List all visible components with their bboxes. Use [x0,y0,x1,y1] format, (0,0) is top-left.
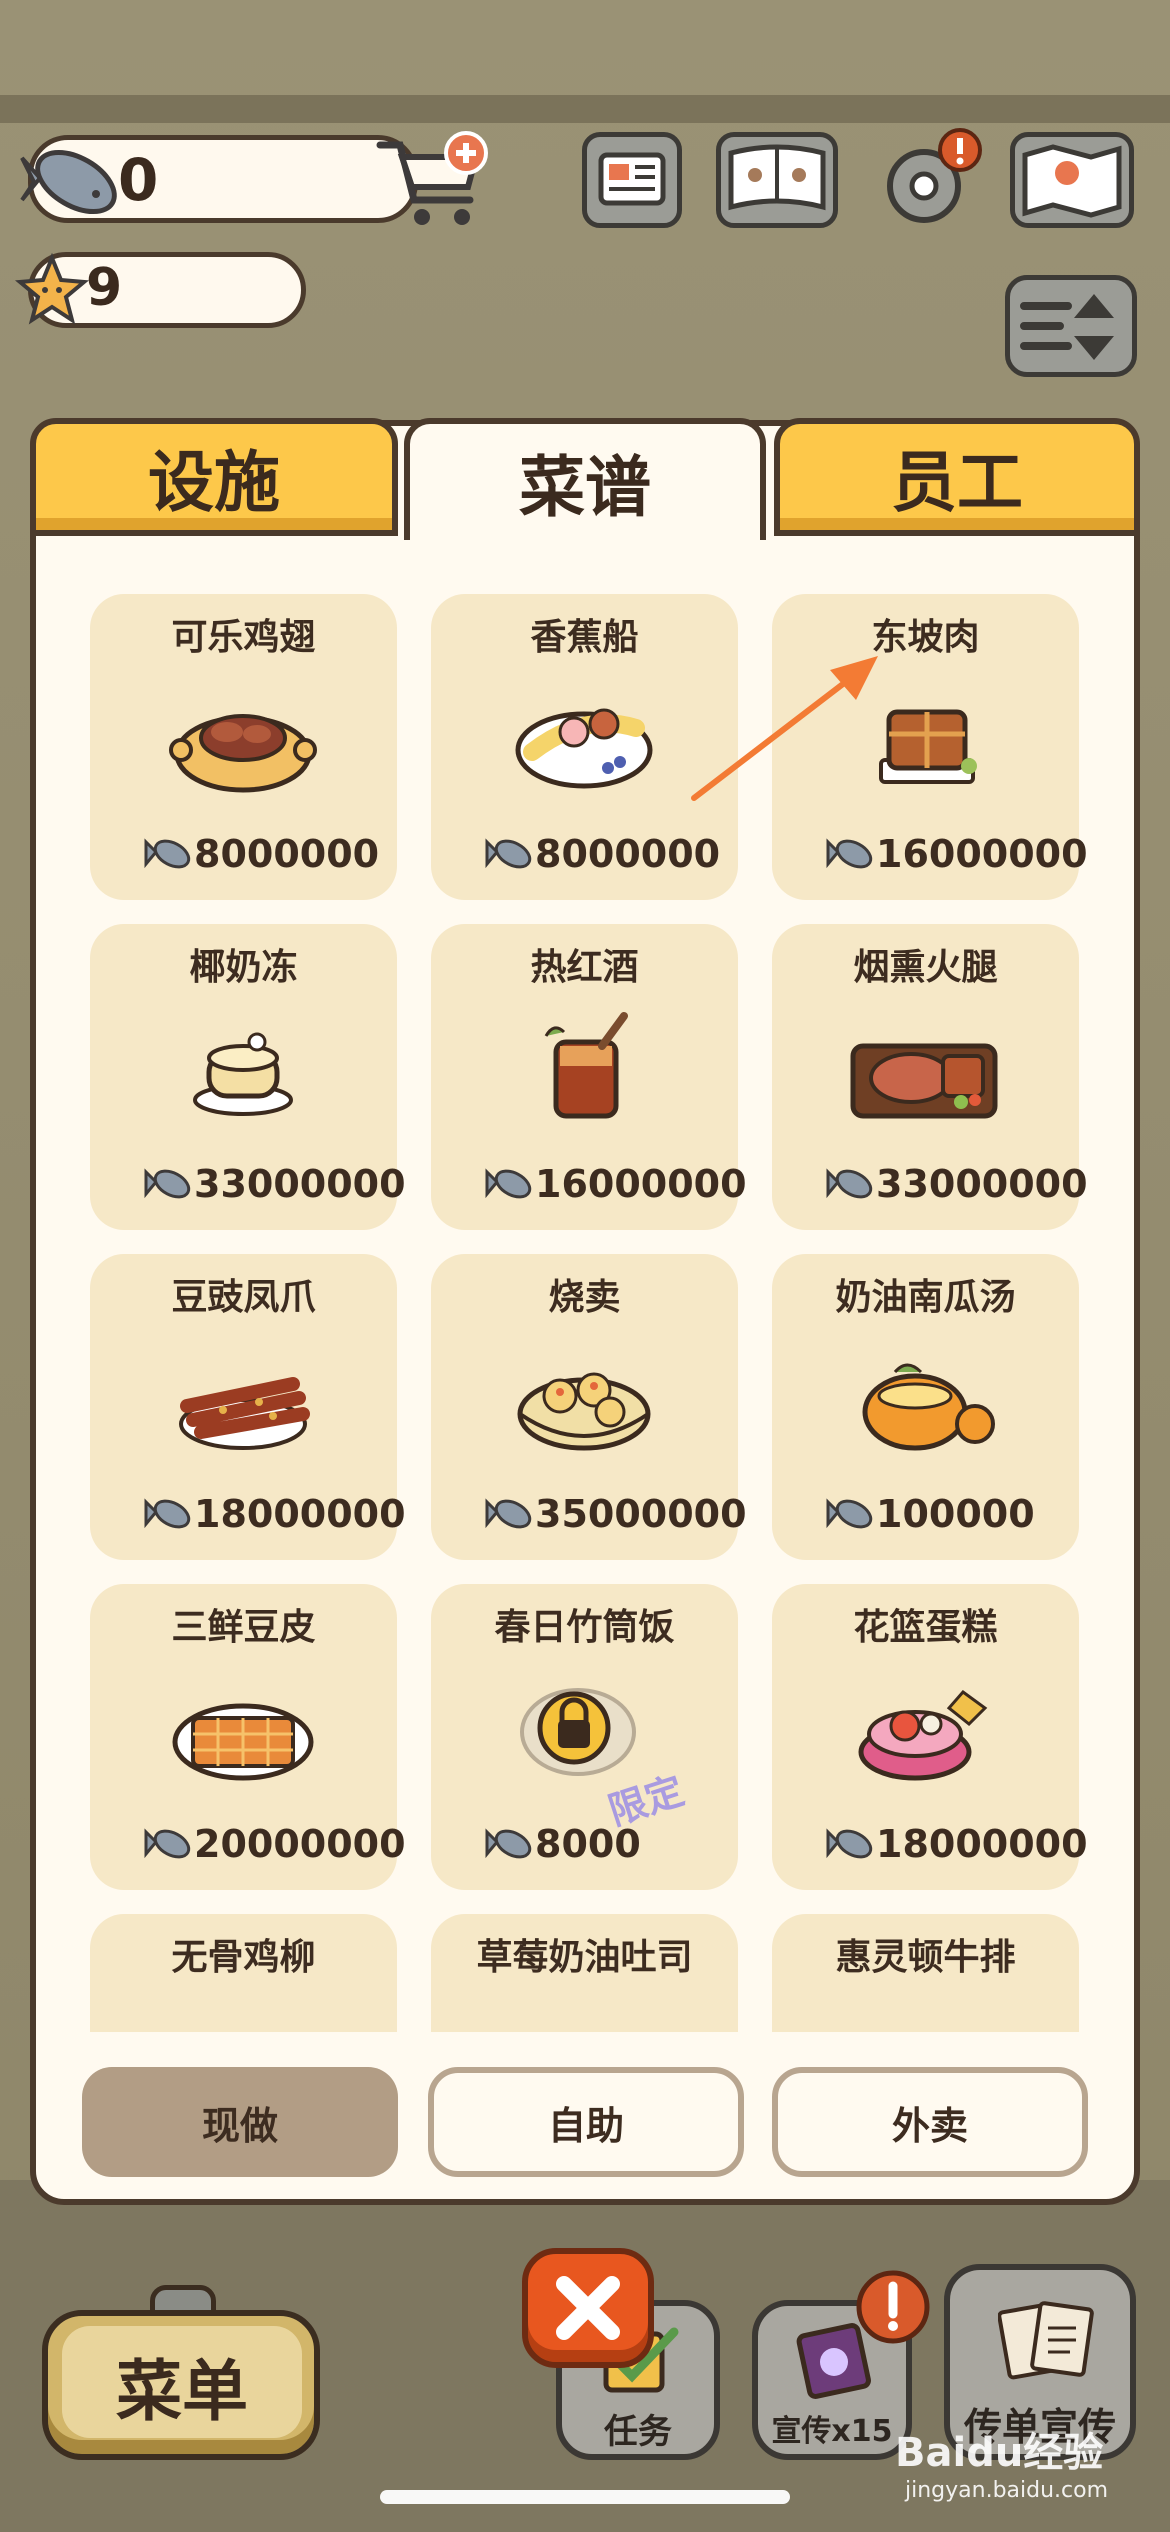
background-beam [0,95,1170,123]
option-made-to-order[interactable]: 现做 [82,2067,398,2177]
fish-price-icon [826,838,873,869]
recipe-name: 草莓奶油吐司 [476,1937,693,1978]
recipe-price: 16000000 [876,832,1088,876]
cat-album-button[interactable] [716,132,838,228]
recipe-card[interactable]: 无骨鸡柳 [90,1914,397,2032]
fish-price-icon [485,1498,532,1529]
recipe-card[interactable]: 可乐鸡翅 8000000 [90,594,397,900]
task-label: 任务 [604,2412,672,2452]
option-self-service[interactable]: 自助 [428,2067,744,2177]
fish-price-icon [826,1498,873,1529]
watermark-url: jingyan.baidu.com [905,2478,1109,2503]
flower-basket-cake-icon [858,1689,988,1781]
shaomai-steamer-icon [517,1372,651,1451]
banana-split-dish-icon [515,708,653,789]
recipe-name: 春日竹筒饭 [494,1607,675,1648]
tutorial-arrow-icon [691,656,878,801]
promotion-label: 宣传x15 [771,2414,893,2449]
fish-price-icon [826,1828,873,1859]
recipe-card[interactable]: 惠灵顿牛排 [772,1914,1079,2032]
beef-wellington-icon [845,1992,1005,2032]
map-icon [1022,144,1122,218]
star-icon [14,252,90,325]
recipe-card[interactable]: 奶油南瓜汤 100000 [772,1254,1079,1560]
recipe-price: 18000000 [876,1822,1088,1866]
option-delivery[interactable]: 外卖 [772,2067,1088,2177]
sort-arrows-icon [1020,294,1114,360]
recipe-price: 20000000 [194,1822,406,1866]
recipe-name: 无骨鸡柳 [171,1937,316,1978]
boneless-chicken-dish-icon [163,1992,323,2032]
watermark-brand: Baidu经验 [895,2430,1104,2476]
close-button[interactable] [522,2248,654,2368]
shop-cart-plus-icon[interactable] [372,125,492,235]
recipe-name: 烟熏火腿 [853,947,998,988]
recipe-price: 8000000 [535,832,721,876]
fish-price-icon [485,838,532,869]
recipe-name: 三鲜豆皮 [171,1607,316,1648]
fish-price-icon [826,1168,873,1199]
recipe-price: 100000 [876,1492,1035,1536]
fish-price-icon [144,838,191,869]
recipe-price: 16000000 [535,1162,747,1206]
newspaper-icon [598,152,666,206]
recipe-price: 33000000 [194,1162,406,1206]
recipe-card[interactable]: 烧卖 35000000 [431,1254,747,1560]
alert-badge-icon [856,2270,930,2344]
recipe-name: 花篮蛋糕 [853,1607,998,1648]
home-indicator[interactable] [380,2490,790,2504]
recipe-name: 热红酒 [530,947,639,988]
fish-count: 0 [118,146,159,214]
star-count: 9 [86,258,123,318]
fish-price-icon [144,1498,191,1529]
recipe-card[interactable]: 花篮蛋糕 18000000 [772,1584,1088,1890]
tab-recipe[interactable]: 菜谱 [404,418,766,540]
recipe-price: 35000000 [535,1492,747,1536]
coconut-jelly-dish-icon [193,1032,293,1116]
mulled-wine-glass-icon [544,1012,628,1119]
recipe-name: 烧卖 [548,1277,621,1318]
fish-price-icon [144,1168,191,1199]
recipe-grid: 可乐鸡翅 8000000 香蕉船 8000000 东坡肉 16000000 椰奶 [36,540,1134,2032]
fish-price-icon [144,1828,191,1859]
recipe-card[interactable]: 热红酒 16000000 [431,924,747,1230]
tab-staff[interactable]: 员工 [774,418,1140,536]
recipe-card-locked[interactable]: 春日竹筒饭 限定 8000 [431,1584,738,1890]
cola-wings-dish-icon [169,714,317,793]
recipe-card[interactable]: 烟熏火腿 33000000 [772,924,1088,1230]
recipe-card[interactable]: 草莓奶油吐司 [431,1914,738,2032]
smoked-ham-board-icon [850,1043,998,1119]
recipe-card[interactable]: 豆豉凤爪 18000000 [90,1254,406,1560]
recipe-price: 18000000 [194,1492,406,1536]
recipe-card[interactable]: 三鲜豆皮 20000000 [90,1584,406,1890]
menu-label: 菜单 [116,2353,248,2430]
recipe-name: 豆豉凤爪 [171,1277,316,1318]
fish-price-icon [485,1168,532,1199]
strawberry-toast-icon [504,1992,664,2032]
recipe-card[interactable]: 椰奶冻 33000000 [90,924,406,1230]
pumpkin-soup-icon [862,1363,995,1451]
sanxian-doupi-dish-icon [172,1703,314,1781]
recipe-price: 8000 [535,1822,641,1866]
settings-gear-icon[interactable] [872,128,984,234]
black-bean-chicken-feet-icon [179,1377,310,1450]
map-button[interactable] [1010,132,1134,228]
tab-facility[interactable]: 设施 [30,418,398,536]
fish-price-icon [485,1828,532,1859]
recipe-name: 惠灵顿牛排 [835,1937,1016,1978]
recipe-name: 可乐鸡翅 [171,617,316,658]
recipe-price: 8000000 [194,832,380,876]
flyer-papers-icon [998,2301,1094,2380]
close-icon [556,2276,620,2340]
sort-toggle-button[interactable] [1005,275,1137,377]
newspaper-button[interactable] [582,132,682,228]
book-paw-icon [728,144,826,211]
recipe-name: 椰奶冻 [189,947,298,988]
recipe-name: 奶油南瓜汤 [835,1277,1016,1318]
fish-icon [20,149,117,215]
recipe-price: 33000000 [876,1162,1088,1206]
